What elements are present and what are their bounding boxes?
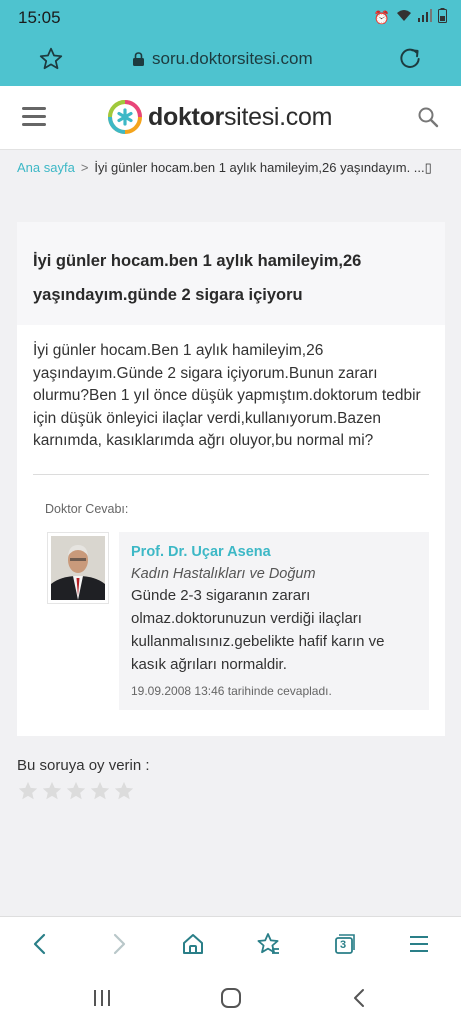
star-icon[interactable] [41, 780, 63, 802]
system-nav-bar [0, 972, 461, 1024]
browser-bottom-nav: 3 [0, 916, 461, 972]
star-icon[interactable] [65, 780, 87, 802]
star-icon[interactable] [113, 780, 135, 802]
doctor-answer-label: Doktor Cevabı: [45, 502, 129, 516]
answer-date: 19.09.2008 13:46 tarihinde cevapladı. [131, 684, 332, 698]
breadcrumb-current: İyi günler hocam.ben 1 aylık hamileyim,2… [94, 160, 425, 175]
alarm-icon: ⏰ [373, 9, 390, 25]
logo-asterisk-icon [108, 100, 142, 134]
home-button-icon[interactable] [219, 986, 243, 1010]
tab-count: 3 [340, 939, 347, 951]
status-time: 15:05 [18, 8, 61, 27]
logo-text-bold: doktor [148, 102, 224, 131]
question-body: İyi günler hocam.Ben 1 aylık hamileyim,2… [33, 342, 421, 449]
site-logo[interactable]: doktorsitesi.com [108, 100, 332, 134]
bookmark-star-icon[interactable] [38, 46, 64, 72]
search-icon[interactable] [417, 106, 439, 128]
doctor-answer-box: Prof. Dr. Uçar Asena Kadın Hastalıkları … [119, 532, 429, 710]
status-icons: ⏰ [374, 8, 447, 27]
forward-icon[interactable] [105, 931, 131, 957]
question-title: İyi günler hocam.ben 1 aylık hamileyim,2… [17, 222, 445, 325]
breadcrumb-home-link[interactable]: Ana sayfa [17, 160, 75, 175]
star-icon[interactable] [17, 780, 39, 802]
doctor-avatar[interactable] [47, 532, 109, 604]
logo-text: doktorsitesi.com [148, 103, 332, 132]
site-header: doktorsitesi.com [0, 86, 461, 150]
wifi-icon [396, 9, 412, 26]
menu-lines-icon[interactable] [406, 931, 432, 957]
reload-icon[interactable] [397, 46, 423, 72]
breadcrumb-trailing-glyph: ▯ [424, 160, 432, 175]
breadcrumb-separator: > [80, 160, 89, 175]
doctor-specialty: Kadın Hastalıkları ve Doğum [131, 566, 316, 582]
signal-icon [418, 9, 432, 26]
vote-label: Bu soruya oy verin : [17, 757, 150, 774]
menu-icon[interactable] [22, 107, 46, 127]
question-card: İyi günler hocam.ben 1 aylık hamileyim,2… [17, 222, 445, 736]
home-icon[interactable] [180, 931, 206, 957]
lock-icon [133, 52, 144, 66]
battery-icon [438, 8, 447, 27]
browser-url-bar: soru.doktorsitesi.com [0, 34, 461, 86]
breadcrumb: Ana sayfa > İyi günler hocam.ben 1 aylık h… [17, 160, 447, 176]
rating-stars [17, 780, 135, 802]
logo-text-normal: sitesi.com [223, 102, 333, 131]
bookmarks-icon[interactable] [255, 931, 281, 957]
status-bar: 15:05 ⏰ [0, 0, 461, 34]
doctor-name-link[interactable]: Prof. Dr. Uçar Asena [131, 544, 417, 560]
tabs-button[interactable]: 3 [331, 931, 357, 957]
divider [33, 474, 429, 475]
recent-apps-icon[interactable] [90, 986, 114, 1010]
back-icon[interactable] [28, 931, 54, 957]
answer-text: Günde 2-3 sigaranın zararı olmaz.doktoru… [131, 587, 385, 673]
back-button-icon[interactable] [348, 986, 372, 1010]
url-text[interactable]: soru.doktorsitesi.com [152, 49, 313, 69]
star-icon[interactable] [89, 780, 111, 802]
doctor-photo-icon [51, 536, 105, 600]
